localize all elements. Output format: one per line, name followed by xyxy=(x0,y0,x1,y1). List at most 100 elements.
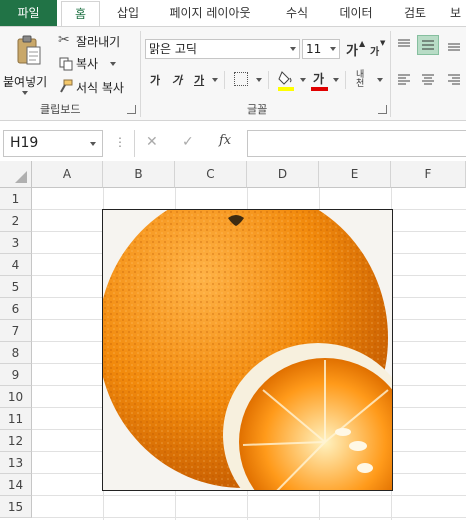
formula-input[interactable] xyxy=(247,130,466,157)
scissors-icon: ✂ xyxy=(58,32,70,48)
fill-color-dropdown-icon[interactable] xyxy=(300,78,306,82)
italic-button[interactable]: 가 xyxy=(172,72,182,88)
format-painter-button[interactable]: 서식 복사 xyxy=(58,77,133,95)
paste-dropdown-icon xyxy=(22,91,28,95)
enter-button[interactable]: ✓ xyxy=(182,134,194,150)
divider xyxy=(345,71,346,89)
paintbrush-icon xyxy=(59,78,73,93)
select-all-icon xyxy=(15,171,27,183)
grid-line xyxy=(32,495,466,496)
tab-view-partial[interactable]: 보 xyxy=(450,0,466,26)
chevron-down-icon xyxy=(90,142,96,146)
copy-icon xyxy=(59,56,73,71)
underline-dropdown-icon[interactable] xyxy=(212,78,218,82)
paste-button[interactable]: 붙여넣기 xyxy=(3,33,48,95)
cut-button[interactable]: ✂ 잘라내기 xyxy=(58,32,133,50)
align-center-button[interactable] xyxy=(420,72,436,86)
insert-function-button[interactable]: fx xyxy=(219,133,231,148)
column-header-e[interactable]: E xyxy=(319,161,391,188)
tab-home[interactable]: 홈 xyxy=(61,1,100,27)
group-divider xyxy=(390,31,391,117)
row-header-3[interactable]: 3 xyxy=(0,232,32,254)
align-center-icon xyxy=(422,74,434,85)
font-size-combo[interactable]: 11 xyxy=(302,39,340,59)
grow-font-button[interactable]: 가 xyxy=(346,40,358,59)
font-launcher-icon[interactable] xyxy=(378,105,387,114)
align-top-button[interactable] xyxy=(396,37,412,51)
row-header-2[interactable]: 2 xyxy=(0,210,32,232)
row-header-13[interactable]: 13 xyxy=(0,452,32,474)
align-right-icon xyxy=(448,74,460,85)
phonetic-dropdown-icon[interactable] xyxy=(377,78,383,82)
paste-label: 붙여넣기 xyxy=(3,75,48,89)
align-left-button[interactable] xyxy=(396,72,412,86)
row-header-12[interactable]: 12 xyxy=(0,430,32,452)
grow-arrow-icon: ▲ xyxy=(359,39,366,48)
name-box[interactable]: H19 xyxy=(3,130,103,157)
column-header-d[interactable]: D xyxy=(247,161,319,188)
group-divider xyxy=(140,31,141,117)
bold-button[interactable]: 가 xyxy=(150,72,160,88)
row-header-6[interactable]: 6 xyxy=(0,298,32,320)
copy-label: 복사 xyxy=(76,57,99,71)
worksheet-grid[interactable]: A B C D E F 1 2 3 4 5 6 7 8 9 10 11 12 1… xyxy=(0,161,466,520)
fill-color-swatch xyxy=(278,87,294,91)
row-header-11[interactable]: 11 xyxy=(0,408,32,430)
format-painter-label: 서식 복사 xyxy=(76,81,124,95)
divider xyxy=(224,71,225,89)
row-header-8[interactable]: 8 xyxy=(0,342,32,364)
row-header-15[interactable]: 15 xyxy=(0,496,32,518)
row-header-4[interactable]: 4 xyxy=(0,254,32,276)
more-options-icon[interactable]: ⋮ xyxy=(114,135,126,149)
font-color-dropdown-icon[interactable] xyxy=(333,78,339,82)
fill-color-button[interactable] xyxy=(278,69,296,89)
clipboard-launcher-icon[interactable] xyxy=(127,105,136,114)
row-header-14[interactable]: 14 xyxy=(0,474,32,496)
font-group-label: 글꼴 xyxy=(247,103,268,116)
align-bottom-button[interactable] xyxy=(446,37,462,51)
border-icon[interactable] xyxy=(234,72,248,86)
row-header-7[interactable]: 7 xyxy=(0,320,32,342)
tab-insert[interactable]: 삽입 xyxy=(108,0,148,26)
phonetic-button[interactable]: 내천 xyxy=(356,71,372,89)
row-header-9[interactable]: 9 xyxy=(0,364,32,386)
font-name-combo[interactable]: 맑은 고딕 xyxy=(145,39,300,59)
tab-page-layout[interactable]: 페이지 레이아웃 xyxy=(157,0,263,26)
tab-file[interactable]: 파일 xyxy=(0,0,57,26)
column-header-a[interactable]: A xyxy=(32,161,103,188)
clipboard-group-label: 클립보드 xyxy=(40,103,81,116)
font-name-value: 맑은 고딕 xyxy=(149,42,197,56)
column-header-c[interactable]: C xyxy=(175,161,247,188)
row-header-1[interactable]: 1 xyxy=(0,188,32,210)
orange-image[interactable] xyxy=(102,209,393,491)
copy-button[interactable]: 복사 xyxy=(58,54,133,72)
shrink-font-button[interactable]: 가 xyxy=(370,43,379,58)
tab-formulas[interactable]: 수식 xyxy=(275,0,319,26)
font-color-button[interactable]: 가 xyxy=(313,70,324,87)
grid-line xyxy=(32,517,466,518)
align-right-button[interactable] xyxy=(446,72,462,86)
shrink-arrow-icon: ▼ xyxy=(380,39,386,47)
name-box-value: H19 xyxy=(10,135,39,151)
divider xyxy=(268,71,269,89)
select-all-corner[interactable] xyxy=(0,161,32,188)
tab-review[interactable]: 검토 xyxy=(393,0,437,26)
row-header-10[interactable]: 10 xyxy=(0,386,32,408)
cancel-button[interactable]: ✕ xyxy=(146,134,158,150)
font-color-swatch xyxy=(311,87,328,91)
column-header-b[interactable]: B xyxy=(103,161,175,188)
align-top-icon xyxy=(398,39,410,47)
column-header-f[interactable]: F xyxy=(391,161,466,188)
ribbon-tab-bar: 파일 홈 삽입 페이지 레이아웃 수식 데이터 검토 보 xyxy=(0,0,466,27)
paint-bucket-icon xyxy=(278,71,292,85)
row-header-5[interactable]: 5 xyxy=(0,276,32,298)
divider xyxy=(134,130,135,157)
align-middle-icon xyxy=(422,40,434,50)
ribbon: 붙여넣기 ✂ 잘라내기 복사 서식 복사 클립보드 맑은 고딕 11 가 ▲ 가… xyxy=(0,26,466,121)
tab-data[interactable]: 데이터 xyxy=(331,0,381,26)
align-middle-button[interactable] xyxy=(417,35,439,55)
underline-button[interactable]: 가 xyxy=(194,72,204,88)
paste-icon xyxy=(16,35,41,65)
border-dropdown-icon[interactable] xyxy=(256,78,262,82)
font-size-value: 11 xyxy=(306,42,322,56)
